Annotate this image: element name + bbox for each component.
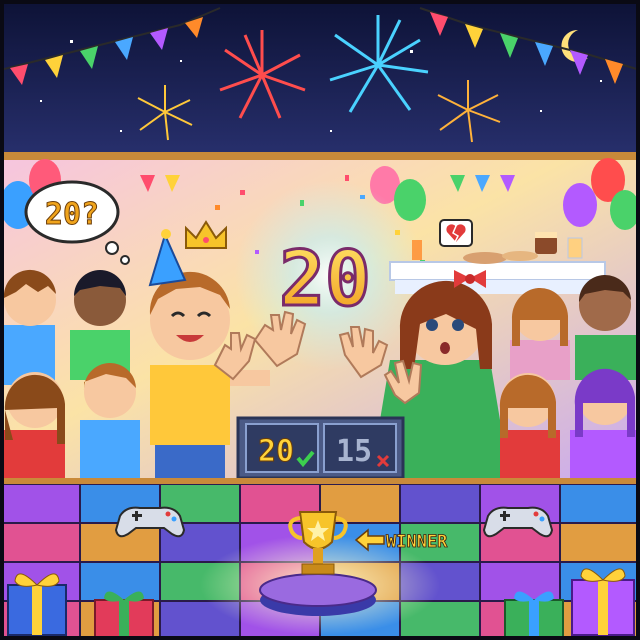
thought-bubble-text: 20?: [45, 197, 99, 232]
score-slot-loser: 15: [323, 423, 397, 473]
floor-tile: [79, 561, 161, 602]
wall-trim: [0, 152, 640, 160]
night-sky: [0, 0, 640, 160]
floor-tile: [559, 522, 640, 563]
score-panel: 20 15: [236, 416, 405, 480]
center-number: 20: [279, 234, 371, 323]
party-scene: 20? 20 20 15 WINNER: [0, 0, 640, 640]
score-value: 15: [336, 434, 372, 469]
broken-heart-icon: [439, 219, 473, 247]
winner-label: WINNER: [386, 532, 448, 552]
trophy-pedestal: [259, 573, 377, 616]
floor-tile: [0, 522, 81, 563]
floor-edge: [0, 478, 640, 484]
floor-tile: [399, 483, 481, 524]
score-value: 20: [258, 434, 294, 469]
floor-tile: [0, 483, 81, 524]
floor-tile: [559, 483, 640, 524]
score-slot-winner: 20: [245, 423, 319, 473]
